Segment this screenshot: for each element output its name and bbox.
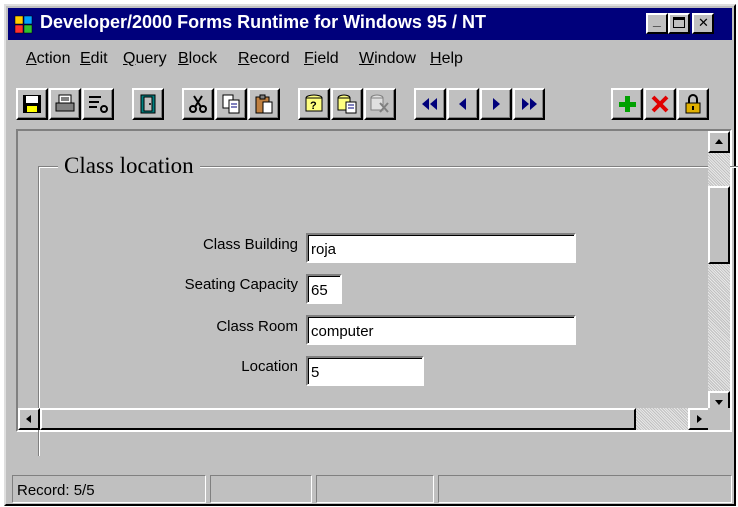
location-label: Location [241,358,298,375]
toolbar: ? [6,76,734,122]
enter-query-button[interactable]: ? [298,88,330,120]
cancel-query-icon [370,94,389,113]
lock-record-button[interactable] [677,88,709,120]
scroll-up-arrow-icon [715,139,723,144]
minimize-icon: _ [653,12,661,28]
paste-icon [255,94,273,114]
location-field[interactable]: 5 [306,356,424,386]
scroll-up-button[interactable] [708,131,730,153]
frame-title: Class location [58,153,200,179]
horizontal-scroll-thumb[interactable] [40,408,636,430]
minimize-button[interactable]: _ [646,12,668,34]
status-bar: Record: 5/5 [12,475,734,503]
menu-help[interactable]: Help [430,50,463,68]
door-icon [140,94,156,114]
print-setup-icon [89,96,108,113]
exit-button[interactable] [132,88,164,120]
enter-query-icon: ? [305,94,323,112]
previous-record-button[interactable] [447,88,479,120]
horizontal-scrollbar[interactable] [18,408,710,430]
title-bar[interactable]: Developer/2000 Forms Runtime for Windows… [8,8,732,40]
double-right-arrow-icon [522,98,537,110]
forms-app-icon[interactable] [14,14,34,34]
scroll-left-button[interactable] [18,408,40,430]
red-x-icon [651,95,669,113]
double-left-arrow-icon [422,98,437,110]
maximize-icon [673,17,685,28]
scroll-right-button[interactable] [688,408,710,430]
cut-button[interactable] [182,88,214,120]
insert-record-button[interactable] [611,88,643,120]
menu-block[interactable]: Block [178,50,217,68]
vertical-scrollbar[interactable] [708,131,730,413]
execute-query-button[interactable] [331,88,363,120]
menu-field[interactable]: Field [304,50,339,68]
maximize-button[interactable] [668,13,690,34]
class-building-field[interactable]: roja [306,233,576,263]
seating-capacity-field[interactable]: 65 [306,274,342,304]
execute-query-icon [337,94,357,114]
class-building-label: Class Building [202,236,298,253]
record-status: Record: 5/5 [12,475,206,503]
print-setup-button[interactable] [82,88,114,120]
next-block-button[interactable] [513,88,545,120]
class-room-label: Class Room [216,318,298,335]
previous-block-button[interactable] [414,88,446,120]
menu-record[interactable]: Record [238,50,290,68]
scroll-left-arrow-icon [26,415,31,423]
save-button[interactable] [16,88,48,120]
delete-record-button[interactable] [644,88,676,120]
left-arrow-icon [459,98,466,110]
menu-query[interactable]: Query [123,50,167,68]
close-button[interactable]: ✕ [692,13,714,34]
paste-button[interactable] [248,88,280,120]
menu-window[interactable]: Window [359,50,416,68]
close-icon: ✕ [698,15,709,30]
padlock-icon [685,94,701,114]
copy-button[interactable] [215,88,247,120]
vertical-scroll-thumb[interactable] [708,186,730,264]
green-plus-icon [619,96,636,112]
form-canvas: Class location Class Building roja Seati… [16,129,738,456]
seating-capacity-label: Seating Capacity [184,276,298,293]
scissors-icon [189,95,207,113]
cancel-query-button[interactable] [364,88,396,120]
print-button[interactable] [49,88,81,120]
printer-icon [55,94,75,112]
status-cell-2 [210,475,312,503]
menu-bar: Action Edit Query Block Record Field Win… [8,44,732,72]
right-arrow-icon [493,98,500,110]
window-title: Developer/2000 Forms Runtime for Windows… [40,12,486,32]
forms-runtime-window: Developer/2000 Forms Runtime for Windows… [4,4,738,506]
next-record-button[interactable] [480,88,512,120]
copy-icon [222,94,240,114]
status-cell-3 [316,475,434,503]
status-cell-4 [438,475,732,503]
menu-edit[interactable]: Edit [80,50,108,68]
menu-action[interactable]: Action [26,50,70,68]
scrollbar-corner [708,408,730,430]
floppy-disk-icon [23,95,41,113]
scroll-right-arrow-icon [697,415,702,423]
class-room-field[interactable]: computer [306,315,576,345]
svg-text:?: ? [310,100,317,112]
